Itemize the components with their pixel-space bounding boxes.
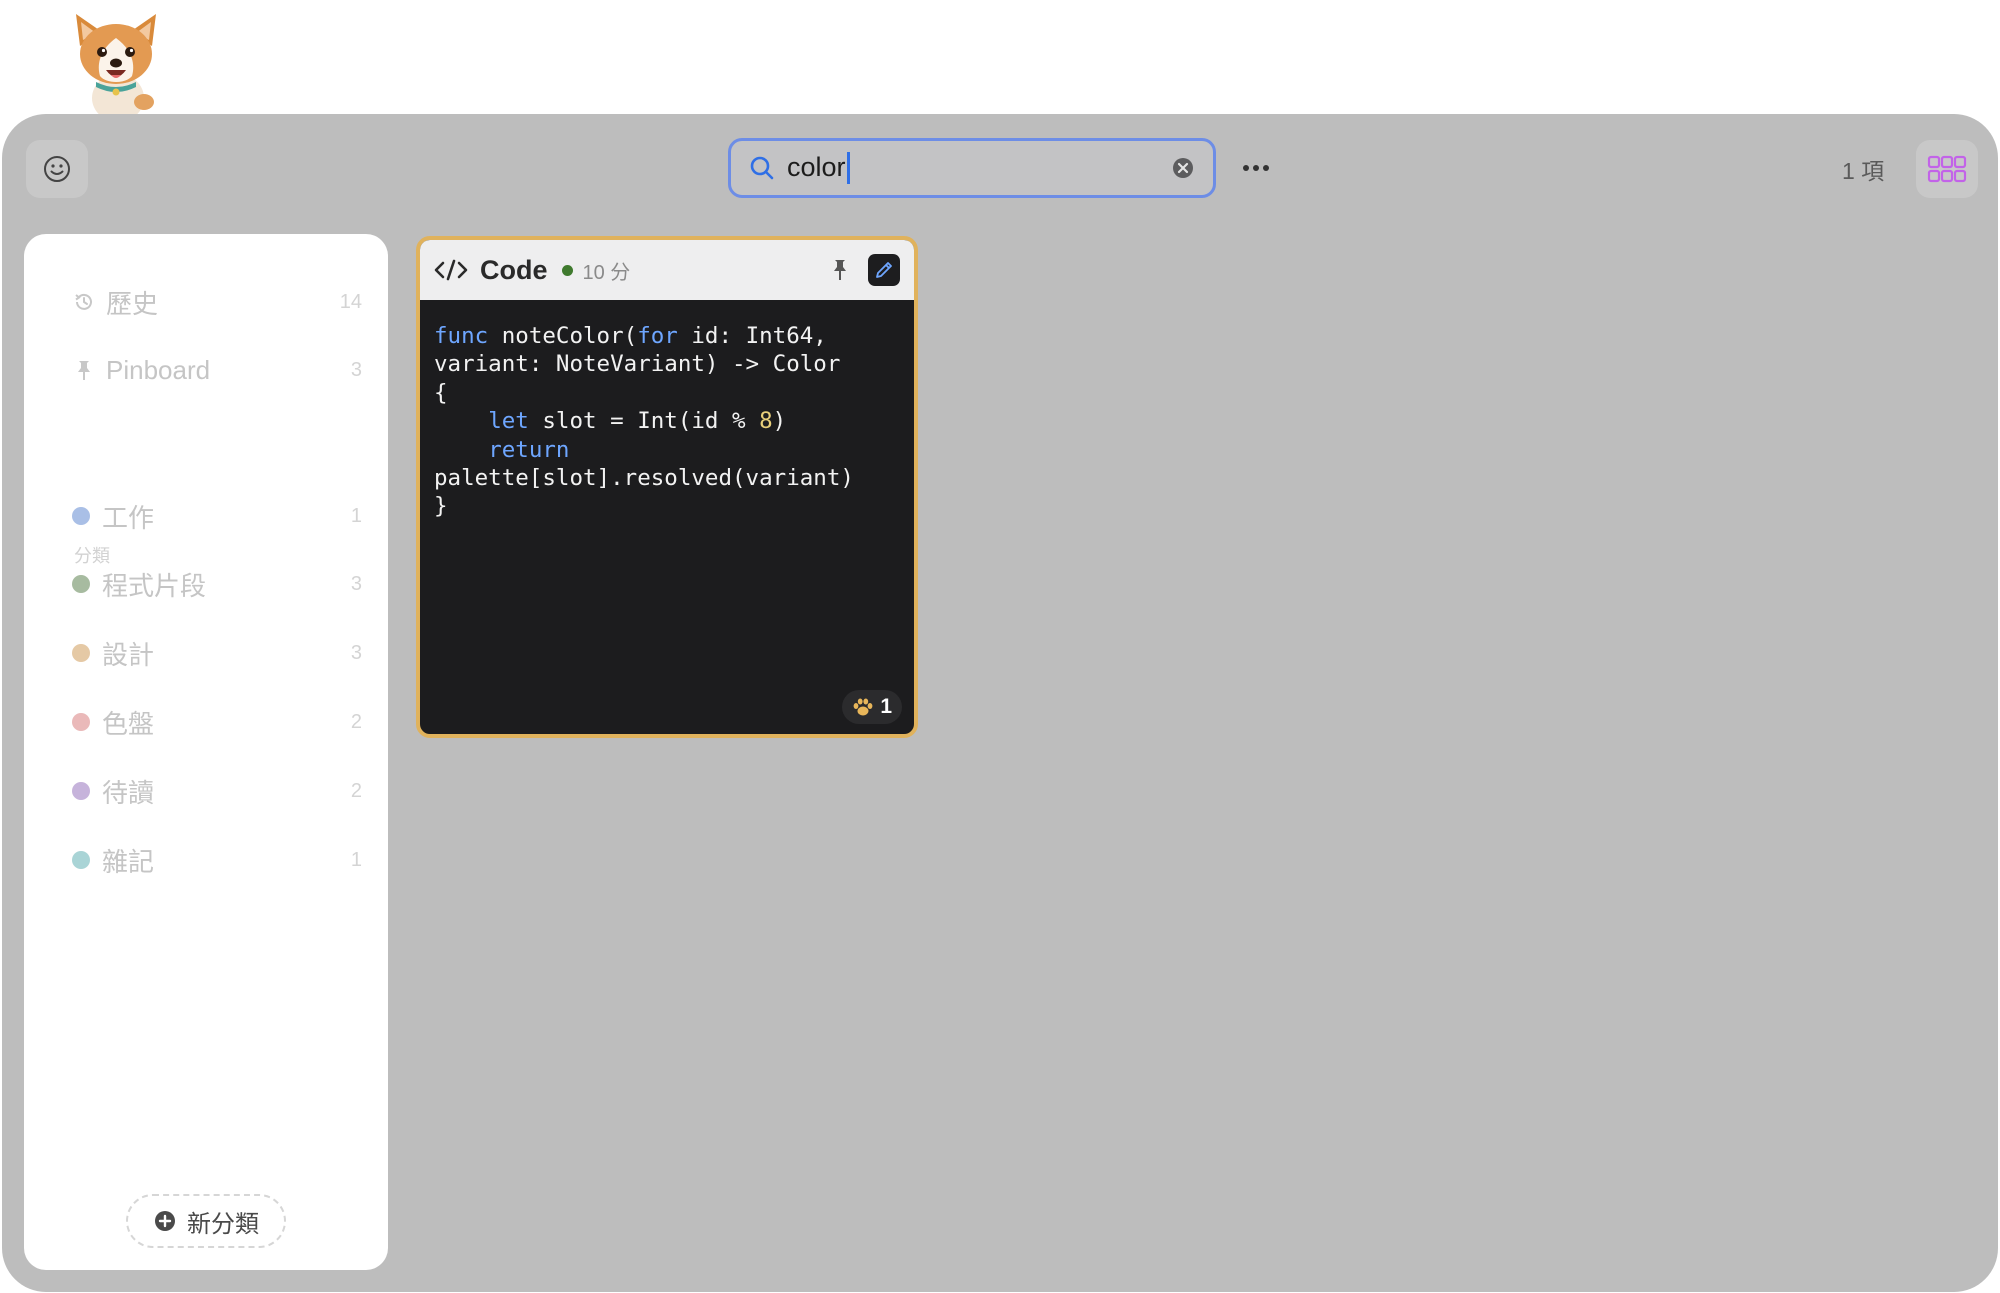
grid-view-toggle[interactable] [1916,140,1978,198]
sidebar-category-item[interactable]: 雜記 1 [72,840,362,880]
sidebar-item-history[interactable]: 歷史 14 [72,282,362,322]
smiley-icon [44,156,70,182]
pin-button[interactable] [826,255,854,285]
pencil-icon [876,262,892,278]
sidebar-item-label: 設計 [102,639,155,670]
sidebar-category-item[interactable]: 設計 3 [72,633,362,673]
pin-icon [72,358,96,382]
card-header: Code 10 分 [420,240,914,300]
sidebar-item-count: 3 [350,641,362,664]
sidebar-item-label: 工作 [102,502,155,533]
category-color-dot [72,851,90,869]
clip-card[interactable]: Code 10 分 func noteColor(for id: Int64, … [416,236,918,738]
sidebar-item-count: 2 [350,779,362,802]
ellipsis-icon [1243,165,1269,171]
code-content: func noteColor(for id: Int64, variant: N… [420,300,914,521]
paste-count-badge: 1 [842,690,902,724]
category-color-dot [72,644,90,662]
sidebar-item-label: 雜記 [102,846,155,877]
category-color-dot [72,575,90,593]
sidebar-item-label: 歷史 [106,288,159,319]
card-type-label: Code [480,254,548,285]
sidebar-item-count: 3 [350,358,362,381]
grid-icon [1927,155,1967,183]
sidebar-item-label: 待讀 [102,777,155,808]
paw-icon [853,698,873,716]
pin-icon [834,260,846,280]
sidebar-item-count: 1 [350,848,362,871]
status-dot [561,264,573,276]
badge-count: 1 [880,695,892,718]
category-color-dot [72,782,90,800]
sidebar-item-count: 3 [350,572,362,595]
category-color-dot [72,507,90,525]
more-options-button[interactable] [1238,150,1274,186]
search-input-value: color [787,151,846,182]
sidebar-item-label: 色盤 [102,708,155,739]
text-caret [846,152,850,185]
sidebar-item-count: 1 [350,504,362,527]
sidebar-category-item[interactable]: 色盤 2 [72,702,362,742]
search-input[interactable]: color [787,152,1171,185]
sidebar-item-label: Pinboard [106,354,211,385]
code-line: variant: NoteVariant) -> Color [434,351,841,378]
search-field[interactable]: color [728,138,1216,198]
plus-circle-icon [155,1211,175,1231]
code-line: } [434,493,448,520]
sidebar-category-item[interactable]: 待讀 2 [72,771,362,811]
x-circle-icon[interactable] [1171,156,1195,180]
result-count: 1 項 [1842,158,1885,184]
sidebar-category-item[interactable]: 程式片段 3 [72,564,362,604]
code-line: palette[slot].resolved(variant) [434,465,854,492]
code-line: return [488,436,570,463]
sidebar-item-pinboard[interactable]: Pinboard 3 [72,350,362,390]
sidebar-item-count: 2 [350,710,362,733]
category-color-dot [72,713,90,731]
clock-icon [72,290,96,314]
card-timestamp: 10 分 [582,261,631,284]
sidebar-item-label: 程式片段 [102,570,207,601]
new-category-button[interactable]: 新分類 [126,1194,286,1248]
edit-button[interactable] [868,254,900,286]
magnifier-icon [750,156,774,180]
corgi-mascot-icon [76,14,156,126]
code-line: { [434,379,448,406]
emoji-button[interactable] [26,140,88,198]
app-window: color 1 項 歷史 14 Pinboard 3 分類 工作 1 程式片段 … [2,114,1998,1292]
code-brackets-icon [434,259,468,281]
sidebar-category-item[interactable]: 工作 1 [72,496,362,536]
sidebar: 歷史 14 Pinboard 3 分類 工作 1 程式片段 3 設計 3 色盤 … [24,234,388,1270]
code-line: let slot = Int(id % 8) [488,408,787,435]
new-category-label: 新分類 [187,1210,259,1238]
sidebar-item-count: 14 [339,290,362,313]
code-line: func noteColor(for id: Int64, [434,323,827,349]
